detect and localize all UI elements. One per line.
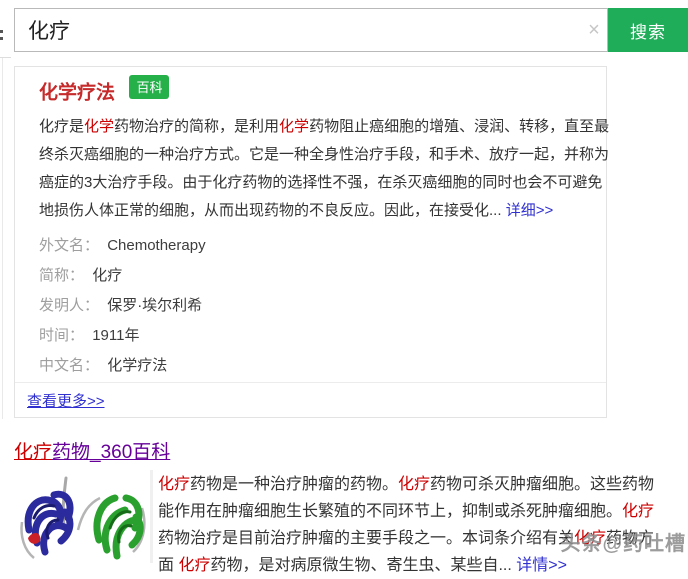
baike-card: 化学疗法 百科 化疗是化学药物治疗的简称，是利用化学药物阻止癌细胞的增殖、浸润、… — [14, 66, 609, 418]
field-label: 中文名： — [39, 357, 100, 374]
edge-crop-artifact — [2, 58, 3, 419]
desc-text: 药物，是对病原微生物、寄生虫、某些自... — [210, 557, 517, 574]
see-more-link[interactable]: 查看更多>> — [27, 393, 105, 410]
detail-more-link[interactable]: 详情>> — [516, 557, 567, 574]
field-label: 简称： — [39, 267, 85, 284]
field-label: 时间： — [39, 327, 85, 344]
baike-badge: 百科 — [129, 75, 170, 99]
summary-highlight: 化学 — [279, 118, 310, 135]
result-title-link[interactable]: 化疗药物_360百科 — [14, 437, 170, 464]
field-value: 化疗 — [92, 267, 123, 284]
edge-crop-artifact — [0, 30, 3, 33]
desc-highlight: 化疗 — [622, 503, 655, 520]
baike-title-link[interactable]: 化学疗法 — [39, 82, 115, 103]
desc-text: 药物是一种治疗肿瘤的药物。 — [190, 476, 399, 493]
field-value: 保罗·埃尔利希 — [107, 297, 203, 314]
field-label: 发明人： — [39, 297, 100, 314]
search-button[interactable]: 搜索 — [608, 8, 688, 52]
desc-highlight: 化疗 — [574, 530, 607, 547]
field-value: 1911年 — [92, 327, 140, 344]
protein-structures-image — [14, 470, 153, 563]
desc-highlight: 化疗 — [398, 476, 431, 493]
field-value: 化学疗法 — [107, 357, 168, 374]
summary-text: 药物治疗的简称，是利用 — [114, 118, 280, 135]
info-field-row: 发明人： 保罗·埃尔利希 — [39, 291, 606, 321]
info-field-row: 简称： 化疗 — [39, 261, 606, 291]
clear-search-icon[interactable]: × — [580, 8, 608, 52]
desc-highlight: 化疗 — [178, 557, 211, 574]
baike-info-fields: 外文名： Chemotherapy 简称： 化疗 发明人： 保罗·埃尔利希 时间… — [39, 231, 606, 381]
field-label: 外文名： — [39, 237, 100, 254]
baike-card-footer: 查看更多>> — [15, 382, 606, 417]
detail-more-link[interactable]: 详细>> — [506, 202, 554, 219]
summary-highlight: 化学 — [84, 118, 115, 135]
search-results-page: { "colors": { "accent_green": "#1fad5a",… — [0, 0, 688, 574]
info-field-row: 时间： 1911年 — [39, 321, 606, 351]
result-title-rest[interactable]: 药物_360百科 — [52, 442, 170, 463]
desc-text: 药物治疗是目前治疗肿瘤的主要手段之一。本词条介绍有关 — [158, 530, 575, 547]
desc-highlight: 化疗 — [158, 476, 191, 493]
search-input[interactable] — [14, 8, 608, 52]
info-field-row: 外文名： Chemotherapy — [39, 231, 606, 261]
edge-crop-artifact — [0, 37, 3, 40]
field-value: Chemotherapy — [107, 237, 206, 254]
result-title-highlight[interactable]: 化疗 — [14, 442, 52, 463]
baike-summary: 化疗是化学药物治疗的简称，是利用化学药物阻止癌细胞的增殖、浸润、转移，直至最终杀… — [39, 113, 612, 225]
baike-title-row: 化学疗法 百科 — [39, 75, 606, 103]
result-thumbnail[interactable] — [14, 470, 153, 563]
info-field-row: 中文名： 化学疗法 — [39, 351, 606, 381]
summary-text: 化疗是 — [39, 118, 85, 135]
